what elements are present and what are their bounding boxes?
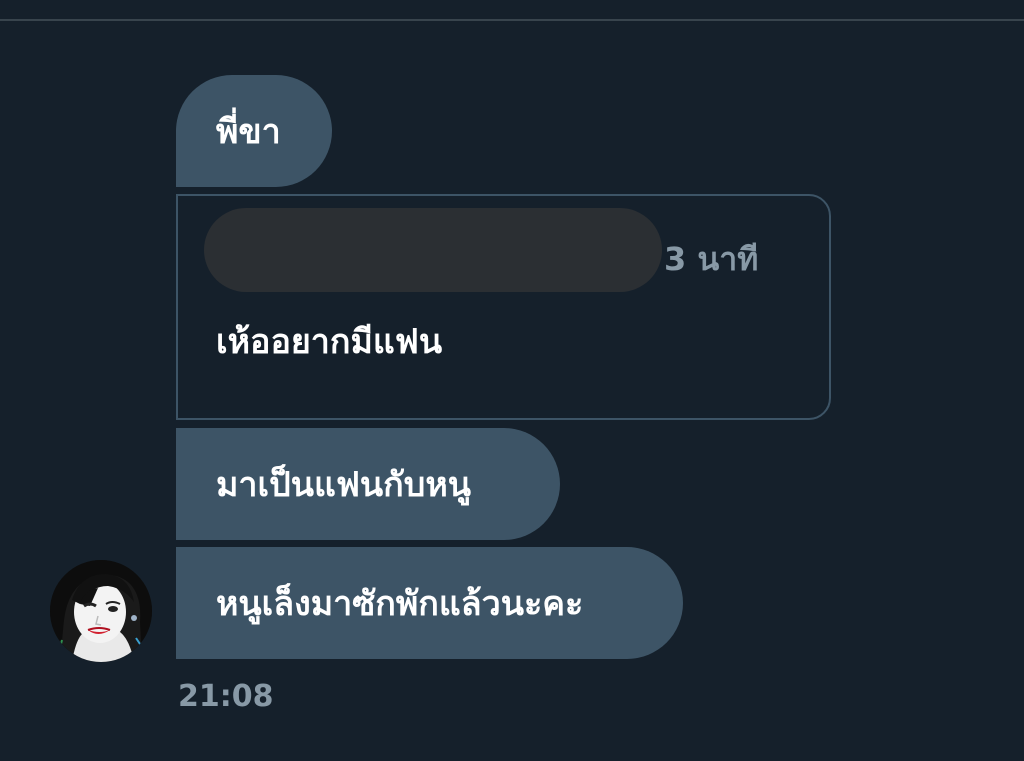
redacted-author-name [204, 208, 662, 292]
avatar-photo [50, 560, 152, 662]
message-text: มาเป็นแฟนกับหนู [216, 465, 471, 505]
message-text: หนูเล็งมาซักพักแล้วนะคะ [216, 584, 584, 624]
quoted-tweet-text: เห้ออยากมีแฟน [216, 322, 443, 362]
quoted-tweet-card[interactable]: 3 นาที เห้ออยากมีแฟน [176, 194, 831, 420]
quoted-tweet-time: 3 นาที [664, 240, 759, 278]
message-text: พี่ขา [216, 112, 281, 152]
sender-avatar[interactable] [50, 560, 152, 662]
header-divider [0, 19, 1024, 21]
message-bubble[interactable]: หนูเล็งมาซักพักแล้วนะคะ [176, 547, 683, 659]
message-bubble[interactable]: พี่ขา [176, 75, 332, 187]
dm-conversation-screen: พี่ขา 3 นาที เห้ออยากมีแฟน มาเป็นแฟนกับห… [0, 0, 1024, 761]
message-timestamp: 21:08 [178, 679, 274, 714]
message-bubble[interactable]: มาเป็นแฟนกับหนู [176, 428, 560, 540]
